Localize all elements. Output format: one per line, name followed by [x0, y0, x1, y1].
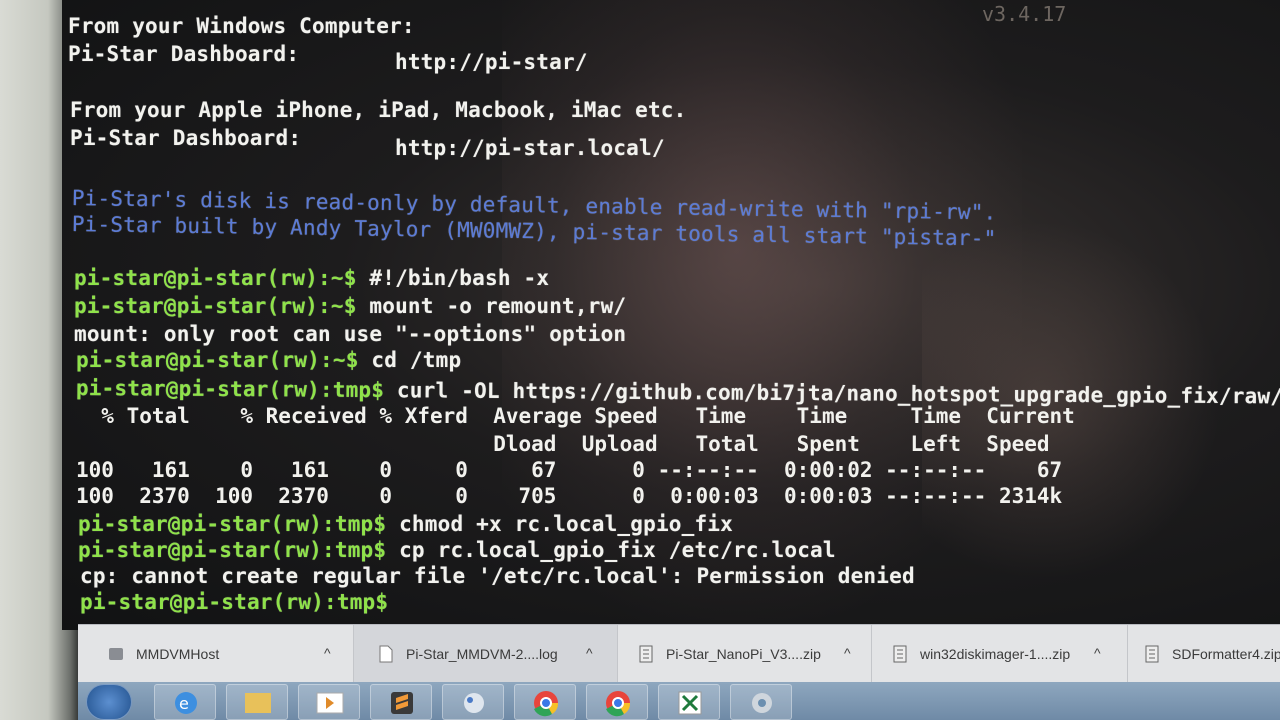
terminal-line: pi-star@pi-star(rw):~$ #!/bin/bash -x [74, 266, 550, 290]
excel-icon[interactable] [658, 684, 720, 720]
zip-icon [1144, 645, 1160, 663]
download-label: SDFormatter4.zip [1172, 646, 1280, 662]
chevron-up-icon[interactable]: ^ [1094, 645, 1101, 661]
zip-icon [892, 645, 908, 663]
download-label: Pi-Star_NanoPi_V3....zip [666, 646, 821, 662]
chevron-up-icon[interactable]: ^ [586, 645, 593, 661]
apple-dashboard-label: Pi-Star Dashboard: [70, 126, 302, 150]
download-label: MMDVMHost [136, 646, 220, 662]
sublime-text-icon[interactable] [370, 684, 432, 720]
windows-dashboard-label: Pi-Star Dashboard: [68, 42, 300, 66]
terminal-line: pi-star@pi-star(rw):~$ mount -o remount,… [74, 294, 627, 318]
download-label: win32diskimager-1....zip [920, 646, 1071, 662]
chrome-icon[interactable] [514, 684, 576, 720]
terminal-prompt-current[interactable]: pi-star@pi-star(rw):tmp$ [80, 590, 388, 614]
file-explorer-icon[interactable] [226, 684, 288, 720]
start-orb-icon[interactable] [86, 684, 132, 720]
curl-header-1: % Total % Received % Xferd Average Speed… [76, 404, 1075, 428]
windows-heading: From your Windows Computer: [68, 14, 415, 38]
app-icon [108, 645, 124, 663]
download-item[interactable]: Pi-Star_MMDVM-2....log ^ [354, 625, 618, 683]
zip-icon [638, 645, 654, 663]
chevron-up-icon[interactable]: ^ [324, 645, 331, 661]
terminal-line: pi-star@pi-star(rw):~$ cd /tmp [76, 348, 462, 372]
terminal-line: pi-star@pi-star(rw):tmp$ chmod +x rc.loc… [78, 512, 733, 536]
download-label: Pi-Star_MMDVM-2....log [406, 646, 558, 662]
terminal-error-line: mount: only root can use "--options" opt… [74, 322, 627, 346]
downloads-bar: MMDVMHost ^ Pi-Star_MMDVM-2....log ^ Pi-… [78, 624, 1280, 683]
media-player-icon[interactable] [298, 684, 360, 720]
version-label: v3.4.17 [982, 2, 1067, 26]
internet-explorer-icon[interactable]: e [154, 684, 216, 720]
download-item[interactable]: win32diskimager-1....zip ^ [872, 625, 1128, 683]
chevron-up-icon[interactable]: ^ [844, 645, 851, 661]
curl-row: 100 2370 100 2370 0 0 705 0 0:00:03 0:00… [76, 484, 1063, 508]
terminal-window[interactable]: v3.4.17 From your Windows Computer: Pi-S… [62, 0, 1280, 630]
network-icon[interactable] [730, 684, 792, 720]
document-icon [378, 645, 394, 663]
terminal-error-line: cp: cannot create regular file '/etc/rc.… [80, 564, 915, 588]
taskbar: e [78, 682, 1280, 720]
curl-header-2: Dload Upload Total Spent Left Speed [76, 432, 1050, 456]
chrome-icon[interactable] [586, 684, 648, 720]
paint-icon[interactable] [442, 684, 504, 720]
download-item[interactable]: MMDVMHost ^ [78, 625, 354, 683]
terminal-line: pi-star@pi-star(rw):tmp$ cp rc.local_gpi… [78, 538, 836, 562]
download-item[interactable]: Pi-Star_NanoPi_V3....zip ^ [618, 625, 872, 683]
svg-text:e: e [179, 694, 189, 713]
apple-heading: From your Apple iPhone, iPad, Macbook, i… [70, 98, 687, 122]
windows-dashboard-url[interactable]: http://pi-star/ [395, 50, 588, 74]
apple-dashboard-url[interactable]: http://pi-star.local/ [395, 136, 665, 160]
curl-row: 100 161 0 161 0 0 67 0 --:--:-- 0:00:02 … [76, 458, 1063, 482]
download-item[interactable]: SDFormatter4.zip [1128, 625, 1280, 683]
